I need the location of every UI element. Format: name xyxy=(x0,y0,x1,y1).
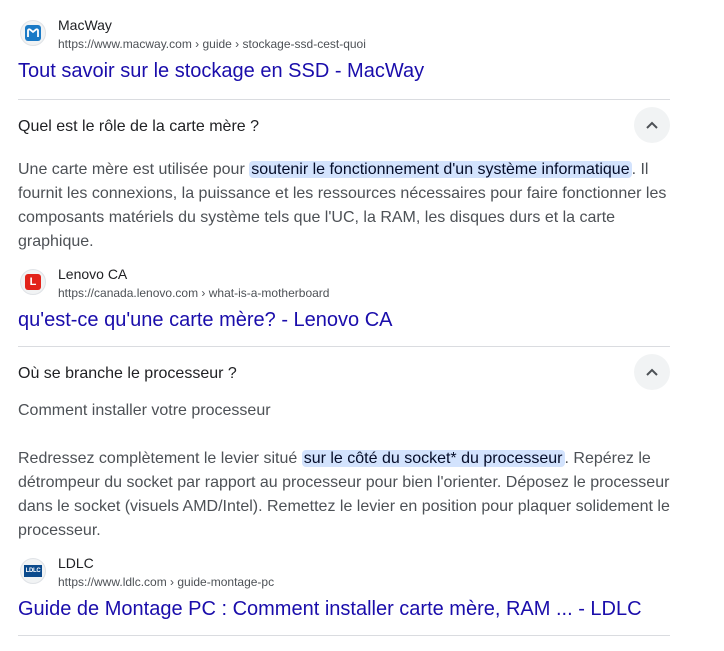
source-name: MacWay xyxy=(58,17,112,33)
source-name: LDLC xyxy=(58,555,94,571)
chevron-up-icon xyxy=(646,368,658,376)
source-name: Lenovo CA xyxy=(58,266,128,282)
result-title-link[interactable]: Tout savoir sur le stockage en SSD - Mac… xyxy=(18,58,724,84)
result-source-ldlc[interactable]: LDLC LDLC https://www.ldlc.com › guide-m… xyxy=(18,554,724,602)
answer-part: Une carte mère est utilisée pour xyxy=(18,161,250,178)
answer-part: Redressez complètement le levier situé xyxy=(18,450,302,467)
result-source-lenovo[interactable]: L Lenovo CA https://canada.lenovo.com › … xyxy=(18,265,724,313)
related-question-1[interactable]: Quel est le rôle de la carte mère ? xyxy=(18,100,670,152)
question-text: Quel est le rôle de la carte mère ? xyxy=(18,118,260,135)
answer-intro: Comment installer votre processeur xyxy=(18,402,271,419)
collapse-button[interactable] xyxy=(634,107,670,143)
related-question-2[interactable]: Où se branche le processeur ? xyxy=(18,347,670,399)
lenovo-logo-icon: L xyxy=(20,269,46,295)
source-url: https://www.macway.com › guide › stockag… xyxy=(58,37,366,51)
answer-text: Une carte mère est utilisée pour souteni… xyxy=(18,158,670,254)
macway-logo-icon xyxy=(20,20,46,46)
search-results-page: MacWay https://www.macway.com › guide › … xyxy=(0,0,724,651)
answer-highlight: soutenir le fonctionnement d'un système … xyxy=(249,161,632,178)
ldlc-logo-icon: LDLC xyxy=(20,558,46,584)
source-url: https://canada.lenovo.com › what-is-a-mo… xyxy=(58,286,330,300)
answer-highlight: sur le côté du socket* du processeur xyxy=(301,450,565,467)
chevron-up-icon xyxy=(646,121,658,129)
answer-text: Redressez complètement le levier situé s… xyxy=(18,447,670,543)
result-source-macway[interactable]: MacWay https://www.macway.com › guide › … xyxy=(18,0,724,51)
collapse-button[interactable] xyxy=(634,354,670,390)
source-url: https://www.ldlc.com › guide-montage-pc xyxy=(58,575,275,589)
question-text: Où se branche le processeur ? xyxy=(18,365,237,382)
divider xyxy=(18,635,670,636)
